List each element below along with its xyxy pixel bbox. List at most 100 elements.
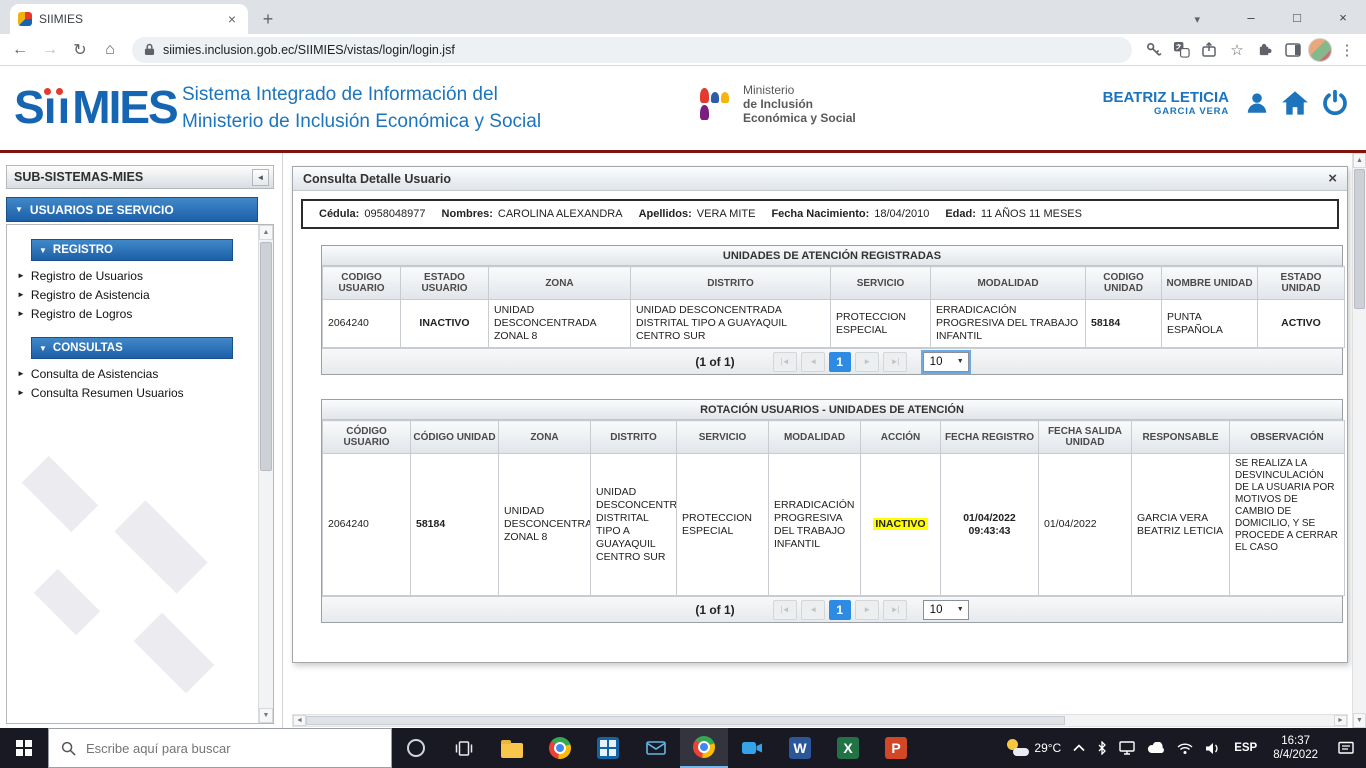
paginator-next-button[interactable]	[855, 352, 879, 372]
scrollbar-thumb[interactable]	[260, 242, 272, 471]
site-lock-icon[interactable]	[144, 43, 155, 56]
paginator-prev-button[interactable]	[801, 600, 825, 620]
powerpoint-button[interactable]	[872, 728, 920, 768]
sidebar-item-consulta-asistencias[interactable]: ►Consulta de Asistencias	[17, 364, 273, 383]
volume-tray-button[interactable]	[1199, 728, 1226, 768]
sidebar-item-registro-usuarios[interactable]: ►Registro de Usuarios	[17, 266, 273, 285]
window-close-button[interactable]: ×	[1320, 0, 1366, 34]
action-center-button[interactable]	[1326, 728, 1366, 768]
scroll-right-button[interactable]: ►	[1334, 715, 1347, 726]
column-header: SERVICIO	[677, 421, 769, 454]
tab-close-icon[interactable]: ×	[224, 11, 240, 27]
sidebar: SUB-SISTEMAS-MIES ◄ ▼ USUARIOS DE SERVIC…	[0, 153, 283, 728]
word-icon	[789, 737, 811, 759]
scroll-up-button[interactable]: ▲	[259, 225, 273, 240]
menu-registro[interactable]: ▼ REGISTRO	[31, 239, 233, 261]
table-header-row: CÓDIGO USUARIO CÓDIGO UNIDAD ZONA DISTRI…	[323, 421, 1345, 454]
ministry-logo: Ministerio de Inclusión Económica y Soci…	[700, 83, 856, 125]
page-vertical-scrollbar[interactable]: ▲ ▼	[1352, 153, 1366, 728]
consulta-detalle-dialog: Consulta Detalle Usuario Cédula:09580489…	[292, 166, 1348, 663]
scroll-up-button[interactable]: ▲	[1353, 153, 1366, 168]
paginator-first-button[interactable]	[773, 600, 797, 620]
share-icon[interactable]	[1196, 37, 1222, 63]
home-icon[interactable]	[1281, 90, 1309, 116]
translate-icon[interactable]	[1168, 37, 1194, 63]
mail-envelope-icon	[646, 740, 666, 756]
sidebar-scrollbar[interactable]: ▲ ▼	[258, 225, 273, 723]
dialog-title: Consulta Detalle Usuario	[303, 172, 451, 186]
rows-per-page-select[interactable]: 10 ▼	[923, 600, 969, 620]
excel-button[interactable]	[824, 728, 872, 768]
word-button[interactable]	[776, 728, 824, 768]
dialog-close-icon[interactable]	[1328, 171, 1337, 186]
home-button[interactable]: ⌂	[96, 36, 124, 64]
video-app-button[interactable]	[728, 728, 776, 768]
column-header: DISTRITO	[591, 421, 677, 454]
column-header: CODIGO UNIDAD	[1086, 267, 1162, 300]
task-view-button[interactable]	[440, 728, 488, 768]
file-explorer-button[interactable]	[488, 728, 536, 768]
temperature-label: 29°C	[1034, 741, 1061, 755]
new-tab-button[interactable]: +	[254, 5, 282, 33]
browser-menu-icon[interactable]: ⋮	[1334, 37, 1360, 63]
unidades-atencion-table: UNIDADES DE ATENCIÓN REGISTRADAS CODIGO …	[321, 245, 1343, 375]
column-header: ACCIÓN	[861, 421, 941, 454]
onedrive-tray-button[interactable]	[1141, 728, 1171, 768]
rows-per-page-select[interactable]: 10 ▼	[923, 352, 969, 372]
bluetooth-icon	[1097, 741, 1107, 755]
taskbar-clock[interactable]: 16:37 8/4/2022	[1265, 728, 1326, 768]
paginator-last-button[interactable]	[883, 600, 907, 620]
paginator-first-button[interactable]	[773, 352, 797, 372]
user-profile-icon[interactable]	[1244, 90, 1270, 116]
chrome-button[interactable]	[536, 728, 584, 768]
column-header: ZONA	[489, 267, 631, 300]
taskbar-search[interactable]	[48, 728, 392, 768]
forward-button[interactable]: →	[36, 36, 64, 64]
logout-power-icon[interactable]	[1320, 88, 1350, 118]
address-bar[interactable]: siimies.inclusion.gob.ec/SIIMIES/vistas/…	[132, 37, 1132, 63]
scrollbar-thumb[interactable]	[306, 716, 1065, 725]
paginator-page-button[interactable]: 1	[829, 352, 851, 372]
sidebar-collapse-button[interactable]: ◄	[252, 169, 269, 186]
display-tray-button[interactable]	[1113, 728, 1141, 768]
scroll-down-button[interactable]: ▼	[259, 708, 273, 723]
window-minimize-button[interactable]: –	[1228, 0, 1274, 34]
main-horizontal-scrollbar[interactable]: ◄ ►	[292, 714, 1348, 727]
bluetooth-tray-button[interactable]	[1091, 728, 1113, 768]
paginator-last-button[interactable]	[883, 352, 907, 372]
paginator-next-button[interactable]	[855, 600, 879, 620]
paginator-prev-button[interactable]	[801, 352, 825, 372]
extensions-puzzle-icon[interactable]	[1252, 37, 1278, 63]
tab-search-chevron-icon[interactable]: ▾	[1194, 13, 1200, 26]
language-indicator[interactable]: ESP	[1226, 728, 1265, 768]
scroll-down-button[interactable]: ▼	[1353, 713, 1366, 728]
paginator-page-button[interactable]: 1	[829, 600, 851, 620]
scroll-left-button[interactable]: ◄	[293, 715, 306, 726]
weather-widget[interactable]: 29°C	[1001, 728, 1067, 768]
cortana-button[interactable]	[392, 728, 440, 768]
mail-button[interactable]	[632, 728, 680, 768]
sidebar-item-registro-asistencia[interactable]: ►Registro de Asistencia	[17, 285, 273, 304]
ministry-text: Ministerio de Inclusión Económica y Soci…	[743, 83, 856, 125]
sidebar-item-consulta-resumen[interactable]: ►Consulta Resumen Usuarios	[17, 383, 273, 402]
reload-button[interactable]: ↻	[66, 36, 94, 64]
profile-avatar[interactable]	[1308, 38, 1332, 62]
windows-logo-icon	[16, 740, 32, 756]
side-panel-icon[interactable]	[1280, 37, 1306, 63]
chrome-active-button[interactable]	[680, 728, 728, 768]
window-maximize-button[interactable]: □	[1274, 0, 1320, 34]
browser-tab[interactable]: SIIMIES ×	[10, 4, 248, 34]
sidebar-item-registro-logros[interactable]: ►Registro de Logros	[17, 304, 273, 323]
bookmark-star-icon[interactable]: ☆	[1224, 37, 1250, 63]
back-button[interactable]: ←	[6, 36, 34, 64]
accordion-usuarios-de-servicio[interactable]: ▼ USUARIOS DE SERVICIO	[6, 197, 258, 222]
search-input[interactable]	[86, 729, 356, 767]
blue-app-button[interactable]	[584, 728, 632, 768]
network-tray-button[interactable]	[1171, 728, 1199, 768]
menu-consultas[interactable]: ▼ CONSULTAS	[31, 337, 233, 359]
tray-expand-button[interactable]	[1067, 728, 1091, 768]
start-button[interactable]	[0, 728, 48, 768]
password-key-icon[interactable]	[1140, 37, 1166, 63]
scrollbar-thumb[interactable]	[1354, 169, 1365, 309]
select-caret-icon: ▼	[957, 606, 964, 613]
